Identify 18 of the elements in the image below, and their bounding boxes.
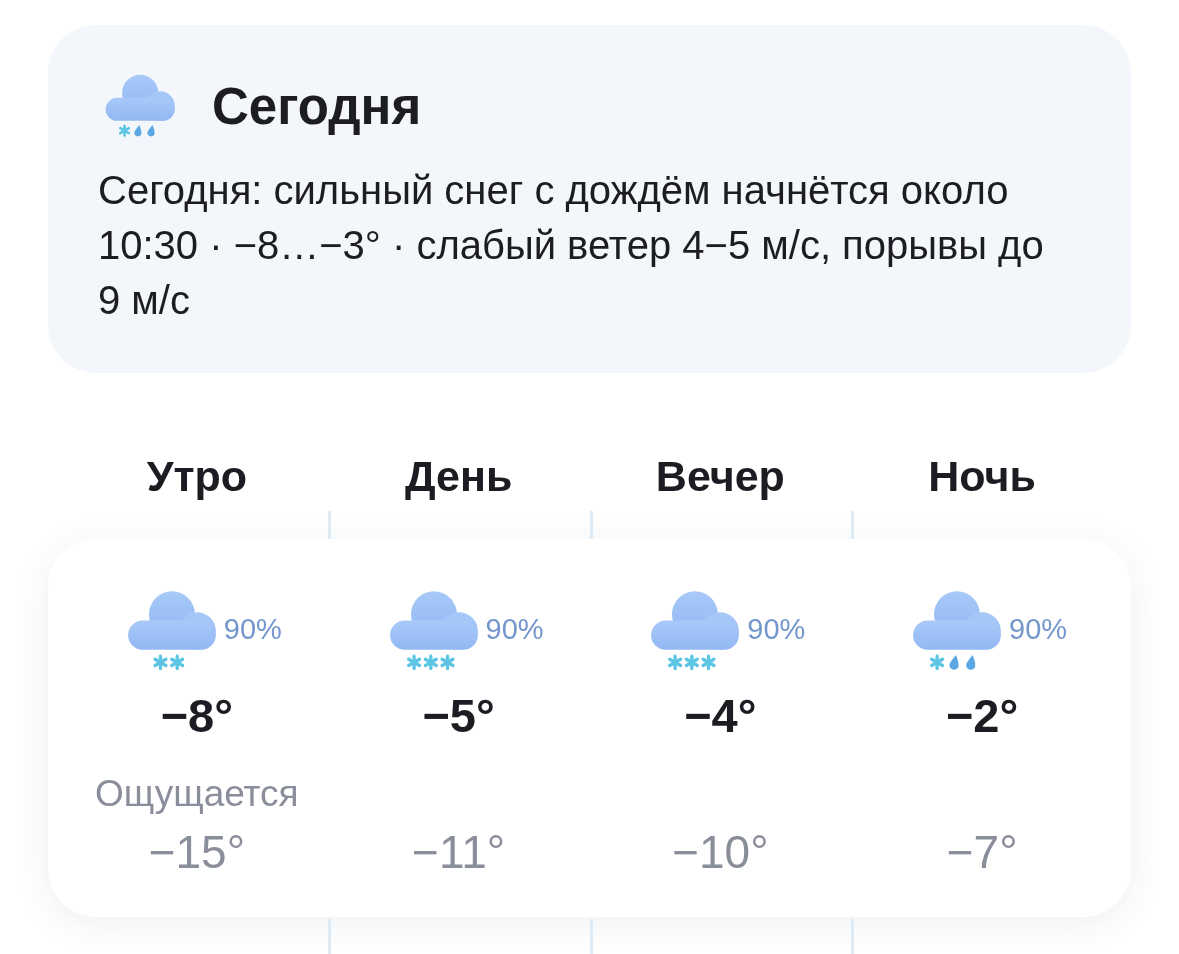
feels-like-label: Ощущается [95,774,299,812]
forecast-description: Сегодня: сильный снег с дождём начнётся около 10:30 · −8…−3° · слабый ветер 4−5 м/с, порывы до 9 м/с [98,167,1045,324]
temperature: −4° [684,691,757,741]
feels-like-temperature: −7° [946,827,1018,877]
feels-like-temperature: −15° [148,827,246,877]
feels-like-temperature: −11° [412,827,506,877]
period-label: Ночь [928,451,1036,501]
precipitation-chance: 90% [223,615,282,644]
period-label: День [404,451,513,501]
temperature: −2° [945,691,1019,741]
precipitation-chance: 90% [1009,615,1068,644]
period-label: Вечер [655,451,785,501]
feels-like-temperature: −10° [672,827,769,877]
precipitation-chance: 90% [747,615,806,644]
period-label: Утро [146,451,248,501]
temperature: −5° [422,691,495,741]
temperature: −8° [160,691,234,741]
precipitation-chance: 90% [485,615,544,644]
